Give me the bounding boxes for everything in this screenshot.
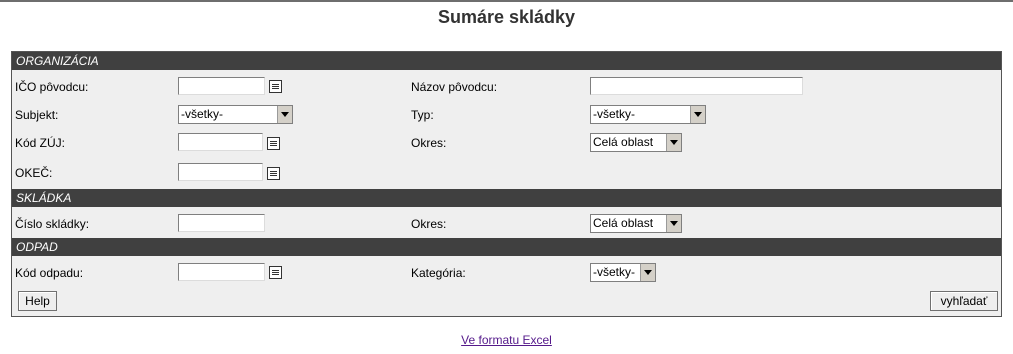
chevron-down-icon[interactable] [666,134,681,151]
chevron-down-icon[interactable] [277,106,292,123]
chevron-down-icon[interactable] [666,215,681,232]
subjekt-select-value: -všetky- [181,107,223,121]
nazov-label: Názov pôvodcu: [411,80,498,94]
okres-label: Okres: [411,136,447,150]
section-header-organizacia: ORGANIZÁCIA [12,52,1001,70]
skladka-okres-select[interactable]: Celá oblast [590,214,682,233]
kod-zuj-picker-icon[interactable] [267,137,280,150]
okec-input[interactable] [178,163,263,181]
typ-select-value: -všetky- [593,107,635,121]
ico-picker-icon[interactable] [269,80,282,93]
ico-label: IČO pôvodcu: [15,80,89,94]
okec-picker-icon[interactable] [267,167,280,180]
cislo-skladky-input[interactable] [178,214,265,232]
subjekt-select[interactable]: -všetky- [178,105,293,124]
chevron-down-icon[interactable] [640,264,655,281]
okres-select-value: Celá oblast [593,135,654,149]
okec-label: OKEČ: [15,166,53,180]
kod-odpadu-input[interactable] [178,263,265,281]
kategoria-select[interactable]: -všetky- [590,263,656,282]
nazov-input[interactable] [590,77,803,95]
chevron-down-icon[interactable] [690,106,705,123]
kod-zuj-label: Kód ZÚJ: [15,136,66,150]
subjekt-label: Subjekt: [15,108,59,122]
typ-select[interactable]: -všetky- [590,105,706,124]
skladka-okres-label: Okres: [411,217,447,231]
kod-odpadu-label: Kód odpadu: [15,266,84,280]
kod-odpadu-picker-icon[interactable] [269,266,282,279]
section-header-skladka: SKLÁDKA [12,189,1001,207]
typ-label: Typ: [411,108,434,122]
kategoria-select-value: -všetky- [593,265,635,279]
kod-zuj-input[interactable] [178,133,263,151]
section-header-odpad: ODPAD [12,238,1001,256]
footer: Ve formatu Excel [0,333,1013,347]
help-button[interactable]: Help [18,291,57,311]
okres-select[interactable]: Celá oblast [590,133,682,152]
page-title: Sumáre skládky [437,7,576,27]
ico-input[interactable] [178,77,265,95]
search-button[interactable]: vyhľadať [930,291,998,311]
cislo-skladky-label: Číslo skládky: [15,217,90,231]
search-form: ORGANIZÁCIA IČO pôvodcu: Názov pôvodcu: … [11,51,1002,317]
kategoria-label: Kategória: [411,266,466,280]
skladka-okres-select-value: Celá oblast [593,216,654,230]
excel-export-link[interactable]: Ve formatu Excel [461,333,552,347]
top-border-line [0,0,1013,2]
